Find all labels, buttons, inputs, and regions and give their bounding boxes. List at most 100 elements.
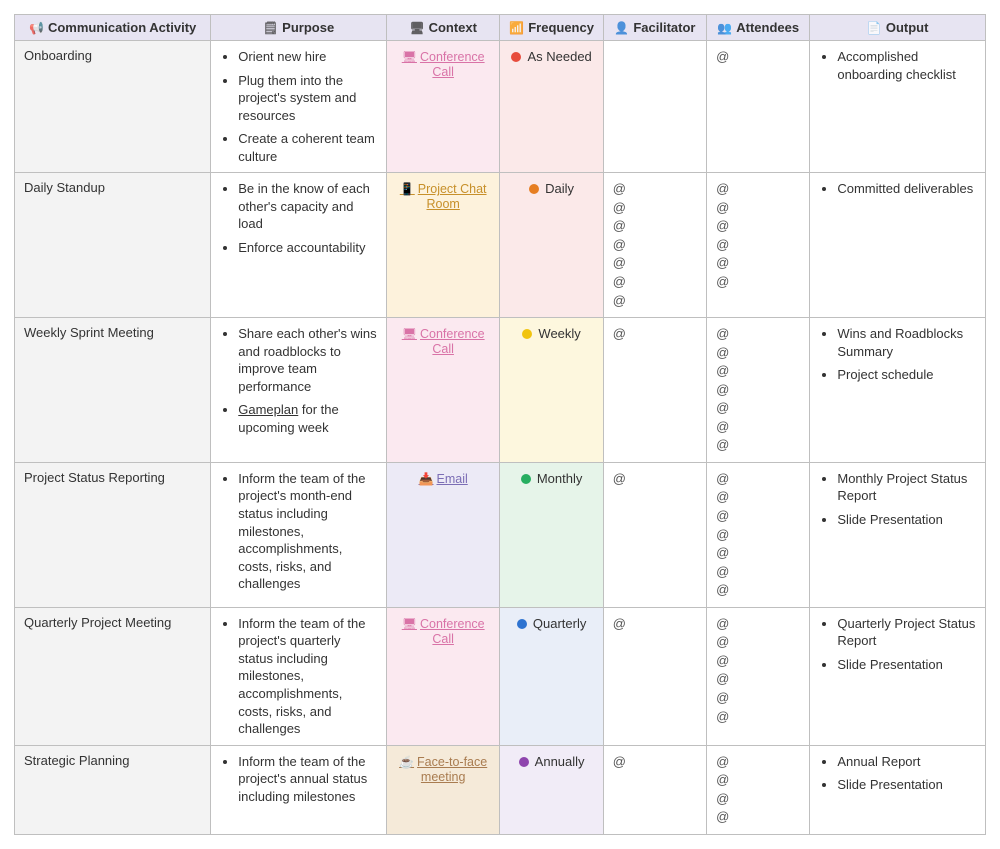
mention-placeholder[interactable]: @ (716, 808, 800, 826)
context-link[interactable]: 📱Project Chat Room (400, 182, 487, 211)
purpose-item: Plug them into the project's system and … (238, 72, 377, 125)
context-link[interactable]: 🖥Conference Call (402, 617, 485, 646)
col-header-attendees[interactable]: 👥Attendees (707, 15, 810, 41)
mention-placeholder[interactable]: @ (613, 273, 697, 291)
mention-placeholder[interactable]: @ (716, 689, 800, 707)
mention-placeholder[interactable]: @ (716, 633, 800, 651)
mention-placeholder[interactable]: @ (613, 180, 697, 198)
mention-placeholder[interactable]: @ (716, 753, 800, 771)
context-cell[interactable]: 🖥Conference Call (386, 607, 500, 745)
mention-placeholder[interactable]: @ (716, 399, 800, 417)
mention-placeholder[interactable]: @ (716, 615, 800, 633)
frequency-cell[interactable]: As Needed (500, 41, 603, 173)
facilitator-cell[interactable]: @ (603, 607, 706, 745)
col-header-context[interactable]: 🖥Context (386, 15, 500, 41)
attendees-cell[interactable]: @@@@@@ (707, 173, 810, 318)
col-header-output[interactable]: 📄Output (810, 15, 986, 41)
facilitator-cell[interactable]: @ (603, 318, 706, 463)
mention-placeholder[interactable]: @ (613, 236, 697, 254)
activity-cell[interactable]: Onboarding (15, 41, 211, 173)
attendees-cell[interactable]: @@@@ (707, 745, 810, 834)
col-header-frequency[interactable]: 📶Frequency (500, 15, 603, 41)
purpose-cell[interactable]: Inform the team of the project's quarter… (211, 607, 387, 745)
frequency-cell[interactable]: Daily (500, 173, 603, 318)
context-cell[interactable]: 🖥Conference Call (386, 318, 500, 463)
output-cell[interactable]: Quarterly Project Status ReportSlide Pre… (810, 607, 986, 745)
purpose-cell[interactable]: Be in the know of each other's capacity … (211, 173, 387, 318)
activity-cell[interactable]: Project Status Reporting (15, 462, 211, 607)
communication-plan-table: 📢Communication Activity 🗒Purpose 🖥Contex… (14, 14, 986, 835)
purpose-cell[interactable]: Inform the team of the project's annual … (211, 745, 387, 834)
mention-placeholder[interactable]: @ (716, 48, 800, 66)
activity-cell[interactable]: Strategic Planning (15, 745, 211, 834)
mention-placeholder[interactable]: @ (613, 753, 697, 771)
mention-placeholder[interactable]: @ (716, 418, 800, 436)
frequency-cell[interactable]: Weekly (500, 318, 603, 463)
mention-placeholder[interactable]: @ (716, 180, 800, 198)
mention-placeholder[interactable]: @ (716, 563, 800, 581)
frequency-cell[interactable]: Monthly (500, 462, 603, 607)
mention-placeholder[interactable]: @ (716, 790, 800, 808)
mention-placeholder[interactable]: @ (716, 670, 800, 688)
context-link[interactable]: 📥Email (419, 472, 468, 486)
facilitator-cell[interactable]: @ (603, 745, 706, 834)
mention-placeholder[interactable]: @ (716, 344, 800, 362)
col-header-purpose[interactable]: 🗒Purpose (211, 15, 387, 41)
facilitator-cell[interactable]: @@@@@@@ (603, 173, 706, 318)
purpose-cell[interactable]: Orient new hirePlug them into the projec… (211, 41, 387, 173)
mention-placeholder[interactable]: @ (716, 526, 800, 544)
output-cell[interactable]: Wins and Roadblocks SummaryProject sched… (810, 318, 986, 463)
mention-placeholder[interactable]: @ (613, 470, 697, 488)
context-cell[interactable]: 📱Project Chat Room (386, 173, 500, 318)
mention-placeholder[interactable]: @ (716, 362, 800, 380)
mention-placeholder[interactable]: @ (716, 325, 800, 343)
context-cell[interactable]: 🖥Conference Call (386, 41, 500, 173)
mention-placeholder[interactable]: @ (613, 254, 697, 272)
purpose-cell[interactable]: Inform the team of the project's month-e… (211, 462, 387, 607)
frequency-cell[interactable]: Quarterly (500, 607, 603, 745)
activity-cell[interactable]: Quarterly Project Meeting (15, 607, 211, 745)
facilitator-cell[interactable]: @ (603, 462, 706, 607)
mention-placeholder[interactable]: @ (716, 544, 800, 562)
mention-placeholder[interactable]: @ (716, 771, 800, 789)
attendees-cell[interactable]: @ (707, 41, 810, 173)
purpose-cell[interactable]: Share each other's wins and roadblocks t… (211, 318, 387, 463)
facilitator-cell[interactable] (603, 41, 706, 173)
output-cell[interactable]: Annual ReportSlide Presentation (810, 745, 986, 834)
mention-placeholder[interactable]: @ (716, 507, 800, 525)
col-header-facilitator[interactable]: 👤Facilitator (603, 15, 706, 41)
col-header-activity[interactable]: 📢Communication Activity (15, 15, 211, 41)
mention-placeholder[interactable]: @ (613, 199, 697, 217)
attendees-cell[interactable]: @@@@@@@ (707, 318, 810, 463)
context-link[interactable]: 🖥Conference Call (402, 327, 485, 356)
mention-placeholder[interactable]: @ (716, 488, 800, 506)
mention-placeholder[interactable]: @ (716, 254, 800, 272)
mention-placeholder[interactable]: @ (716, 708, 800, 726)
mention-placeholder[interactable]: @ (716, 236, 800, 254)
mention-placeholder[interactable]: @ (613, 325, 697, 343)
mention-placeholder[interactable]: @ (613, 217, 697, 235)
context-icon: 📱 (400, 182, 415, 196)
mention-placeholder[interactable]: @ (716, 470, 800, 488)
activity-cell[interactable]: Daily Standup (15, 173, 211, 318)
attendees-cell[interactable]: @@@@@@ (707, 607, 810, 745)
mention-placeholder[interactable]: @ (613, 292, 697, 310)
mention-placeholder[interactable]: @ (716, 273, 800, 291)
context-link[interactable]: 🖥Conference Call (402, 50, 485, 79)
mention-placeholder[interactable]: @ (716, 199, 800, 217)
mention-placeholder[interactable]: @ (716, 217, 800, 235)
mention-placeholder[interactable]: @ (716, 436, 800, 454)
mention-placeholder[interactable]: @ (613, 615, 697, 633)
activity-cell[interactable]: Weekly Sprint Meeting (15, 318, 211, 463)
context-link[interactable]: ☕Face-to-face meeting (399, 755, 487, 784)
output-cell[interactable]: Committed deliverables (810, 173, 986, 318)
frequency-cell[interactable]: Annually (500, 745, 603, 834)
attendees-cell[interactable]: @@@@@@@ (707, 462, 810, 607)
mention-placeholder[interactable]: @ (716, 381, 800, 399)
mention-placeholder[interactable]: @ (716, 652, 800, 670)
context-cell[interactable]: 📥Email (386, 462, 500, 607)
mention-placeholder[interactable]: @ (716, 581, 800, 599)
context-cell[interactable]: ☕Face-to-face meeting (386, 745, 500, 834)
output-cell[interactable]: Monthly Project Status ReportSlide Prese… (810, 462, 986, 607)
output-cell[interactable]: Accomplished onboarding checklist (810, 41, 986, 173)
